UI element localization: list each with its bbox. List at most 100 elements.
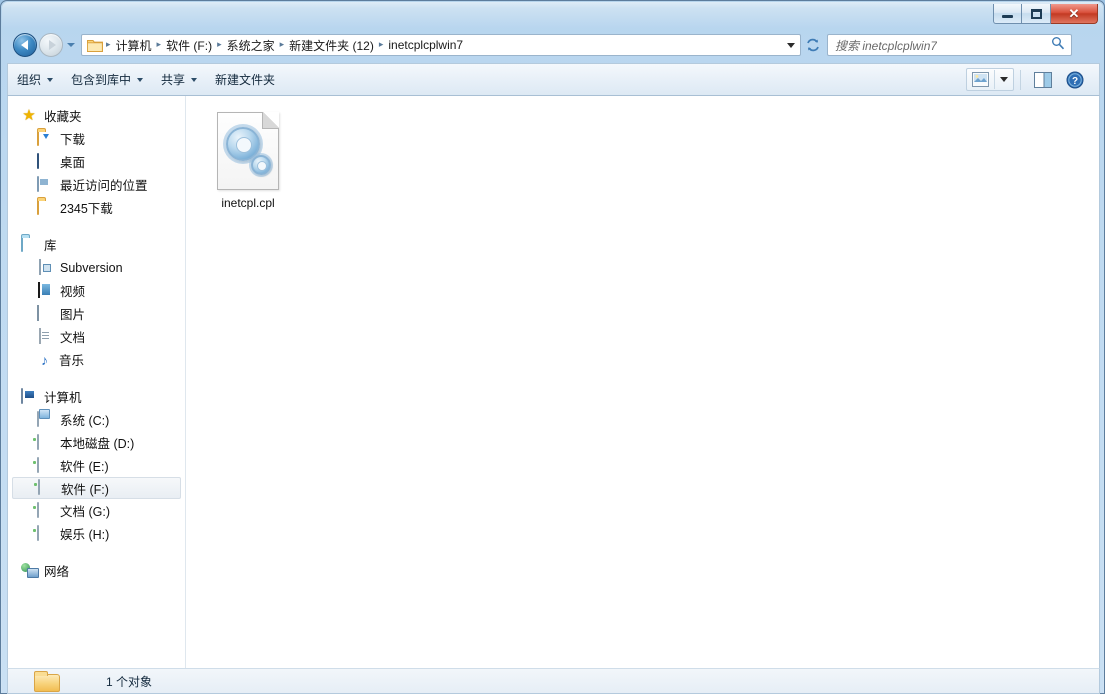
- sidebar-item-documents[interactable]: 文档: [8, 325, 185, 348]
- new-folder-button[interactable]: 新建文件夹: [206, 68, 284, 91]
- forward-button[interactable]: [39, 33, 63, 57]
- file-name-label: inetcpl.cpl: [221, 196, 275, 210]
- sidebar-item-desktop[interactable]: 桌面: [8, 150, 185, 173]
- breadcrumb-item-3[interactable]: 新建文件夹 (12): [285, 36, 378, 55]
- back-button[interactable]: [13, 33, 37, 57]
- include-in-library-label: 包含到库中: [71, 73, 132, 87]
- breadcrumb-separator-4: ▸: [378, 38, 384, 49]
- breadcrumb-dropdown-button[interactable]: [782, 35, 800, 55]
- preview-pane-button[interactable]: [1027, 68, 1059, 91]
- close-button[interactable]: ✕: [1051, 4, 1098, 24]
- explorer-window: ✕ ▸ 计算机 ▸ 软件 (F:) ▸ 系统之家 ▸ 新建文件夹 (12) ▸ …: [0, 0, 1105, 694]
- breadcrumb-item-1[interactable]: 软件 (F:): [162, 36, 216, 55]
- sidebar-item-network[interactable]: 网络: [8, 559, 185, 582]
- help-icon: ?: [1066, 71, 1084, 88]
- breadcrumb-separator-3: ▸: [279, 38, 285, 49]
- sidebar-label-drive-e: 软件 (E:): [60, 460, 109, 474]
- breadcrumb-item-2[interactable]: 系统之家: [223, 36, 279, 55]
- search-input[interactable]: 搜索 inetcplcplwin7: [827, 34, 1072, 56]
- breadcrumb-item-4[interactable]: inetcplcplwin7: [384, 37, 467, 53]
- chevron-down-icon: [137, 77, 144, 82]
- sidebar-label-computer: 计算机: [44, 391, 82, 405]
- sidebar-item-pictures[interactable]: 图片: [8, 302, 185, 325]
- share-button[interactable]: 共享: [152, 68, 206, 91]
- sidebar-label-network: 网络: [44, 565, 70, 579]
- status-text: 1 个对象: [106, 674, 153, 689]
- drive-icon: [37, 524, 53, 542]
- sidebar-item-drive-e[interactable]: 软件 (E:): [8, 454, 185, 477]
- chevron-down-icon: [191, 77, 198, 82]
- drive-icon: [38, 479, 54, 496]
- minimize-icon: [1002, 14, 1013, 18]
- video-icon: [37, 281, 53, 299]
- sidebar-item-computer[interactable]: 计算机: [8, 385, 185, 408]
- sidebar-item-2345-downloads[interactable]: 2345下载: [8, 196, 185, 219]
- sidebar-item-favorites[interactable]: ★ 收藏夹: [8, 104, 185, 127]
- navigation-pane[interactable]: ★ 收藏夹 下载 桌面 最近访问的位置 2345下载 库 Subversion …: [8, 96, 186, 668]
- address-bar: ▸ 计算机 ▸ 软件 (F:) ▸ 系统之家 ▸ 新建文件夹 (12) ▸ in…: [7, 32, 1100, 58]
- sidebar-item-libraries[interactable]: 库: [8, 233, 185, 256]
- refresh-icon: [807, 38, 819, 52]
- window-controls: ✕: [993, 4, 1098, 24]
- organize-button[interactable]: 组织: [8, 68, 62, 91]
- sidebar-item-subversion[interactable]: Subversion: [8, 256, 185, 279]
- sidebar-label-drive-g: 文档 (G:): [60, 505, 110, 519]
- arrow-left-icon: [20, 40, 28, 50]
- sidebar-item-music[interactable]: ♪ 音乐: [8, 348, 185, 371]
- new-folder-label: 新建文件夹: [215, 73, 276, 87]
- sidebar-item-drive-c[interactable]: 系统 (C:): [8, 408, 185, 431]
- sidebar-item-drive-d[interactable]: 本地磁盘 (D:): [8, 431, 185, 454]
- sidebar-label-documents: 文档: [60, 331, 86, 345]
- sidebar-label-desktop: 桌面: [60, 156, 86, 170]
- arrow-right-icon: [48, 40, 56, 50]
- breadcrumb-item-0[interactable]: 计算机: [112, 36, 156, 55]
- file-list-pane[interactable]: inetcpl.cpl: [186, 96, 1099, 668]
- computer-icon: [21, 387, 37, 405]
- sidebar-label-downloads: 下载: [60, 133, 86, 147]
- explorer-body: ★ 收藏夹 下载 桌面 最近访问的位置 2345下载 库 Subversion …: [7, 96, 1100, 668]
- sidebar-item-drive-h[interactable]: 娱乐 (H:): [8, 522, 185, 545]
- preview-pane-icon: [1034, 71, 1052, 88]
- sidebar-gap-1: [8, 219, 185, 233]
- sidebar-label-drive-c: 系统 (C:): [60, 414, 110, 428]
- music-icon: ♪: [41, 351, 48, 368]
- maximize-button[interactable]: [1022, 4, 1051, 24]
- downloads-folder-icon: [37, 129, 53, 147]
- view-dropdown-button[interactable]: [995, 77, 1013, 82]
- chevron-down-icon: [47, 77, 54, 82]
- sidebar-item-videos[interactable]: 视频: [8, 279, 185, 302]
- sidebar-label-music: 音乐: [59, 354, 85, 368]
- sidebar-label-2345-downloads: 2345下载: [60, 202, 113, 216]
- command-toolbar: 组织 包含到库中 共享 新建文件夹 ?: [7, 63, 1100, 96]
- refresh-button[interactable]: [802, 34, 824, 56]
- sidebar-item-downloads[interactable]: 下载: [8, 127, 185, 150]
- drive-icon: [37, 456, 53, 474]
- sidebar-item-recent-places[interactable]: 最近访问的位置: [8, 173, 185, 196]
- minimize-button[interactable]: [993, 4, 1022, 24]
- sidebar-label-videos: 视频: [60, 285, 86, 299]
- title-bar: ✕: [3, 3, 1102, 29]
- system-drive-icon: [37, 410, 53, 428]
- sidebar-item-drive-f[interactable]: 软件 (F:): [12, 477, 181, 499]
- breadcrumb-separator-0: ▸: [106, 38, 111, 49]
- history-dropdown-button[interactable]: [63, 33, 79, 57]
- toolbar-separator: [1020, 69, 1021, 90]
- sidebar-label-drive-h: 娱乐 (H:): [60, 528, 110, 542]
- chevron-down-icon: [787, 42, 795, 48]
- change-view-button[interactable]: [966, 68, 1014, 91]
- help-button[interactable]: ?: [1059, 68, 1091, 91]
- drive-icon: [37, 433, 53, 451]
- pictures-icon: [37, 304, 53, 322]
- breadcrumb-separator-1: ▸: [156, 38, 162, 49]
- desktop-icon: [37, 152, 53, 170]
- subversion-icon: [37, 258, 53, 276]
- sidebar-item-drive-g[interactable]: 文档 (G:): [8, 499, 185, 522]
- include-in-library-button[interactable]: 包含到库中: [62, 68, 152, 91]
- library-icon: [21, 235, 37, 253]
- star-icon: ★: [22, 106, 36, 124]
- list-item[interactable]: inetcpl.cpl: [200, 108, 296, 210]
- breadcrumb-separator-2: ▸: [217, 38, 222, 49]
- sidebar-label-favorites: 收藏夹: [44, 110, 82, 124]
- drive-icon: [37, 501, 53, 519]
- breadcrumb-bar[interactable]: ▸ 计算机 ▸ 软件 (F:) ▸ 系统之家 ▸ 新建文件夹 (12) ▸ in…: [81, 34, 801, 56]
